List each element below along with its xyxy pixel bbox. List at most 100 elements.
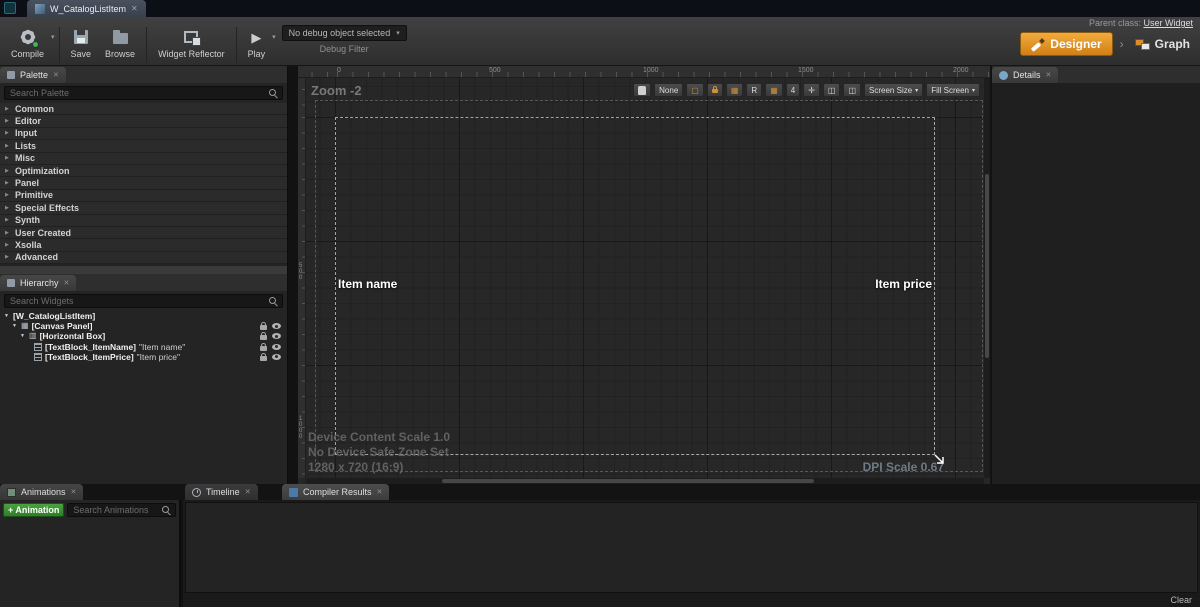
outline-toggle-button[interactable]: ▦ bbox=[726, 83, 744, 97]
visibility-icon[interactable] bbox=[272, 333, 281, 339]
expander-icon[interactable]: ▶ bbox=[5, 130, 11, 136]
save-button[interactable]: Save bbox=[64, 25, 99, 61]
palette-category-advanced[interactable]: ▶Advanced bbox=[0, 252, 287, 264]
designer-canvas[interactable]: 0 500 1000 1500 2000 500 1000 Zoom -2 No… bbox=[298, 66, 990, 484]
debug-object-dropdown[interactable]: No debug object selected ▾ bbox=[282, 25, 407, 41]
expander-icon[interactable]: ▶ bbox=[5, 143, 11, 149]
anchor-button[interactable]: ▢ bbox=[686, 83, 704, 97]
tree-row-canvas-panel[interactable]: ▼ ▦ [Canvas Panel] bbox=[0, 321, 287, 331]
grid-snap-button[interactable]: ▦ bbox=[765, 83, 783, 97]
grid-size-button[interactable]: 4 bbox=[786, 83, 800, 97]
expander-icon[interactable]: ▶ bbox=[5, 217, 11, 223]
canvas-vertical-scrollbar[interactable] bbox=[984, 78, 990, 478]
compile-dropdown-icon[interactable]: ▾ bbox=[51, 33, 55, 41]
hierarchy-search bbox=[4, 294, 283, 308]
translate-mode-button[interactable]: ✛ bbox=[803, 83, 820, 97]
browse-button[interactable]: Browse bbox=[98, 25, 142, 61]
close-icon[interactable]: ✕ bbox=[131, 4, 138, 13]
visibility-icon[interactable] bbox=[272, 344, 281, 350]
compile-button[interactable]: Compile bbox=[4, 25, 51, 61]
document-tab-strip: W_CatalogListItem ✕ bbox=[0, 0, 1200, 17]
widget-preview-bounds[interactable] bbox=[335, 117, 935, 455]
localization-preview-button[interactable]: None bbox=[654, 83, 683, 97]
close-icon[interactable]: ✕ bbox=[64, 279, 70, 287]
palette-scrollbar[interactable] bbox=[0, 265, 287, 274]
palette-category-misc[interactable]: ▶Misc bbox=[0, 153, 287, 165]
hierarchy-search-input[interactable] bbox=[4, 294, 283, 308]
expander-icon[interactable]: ▶ bbox=[5, 155, 11, 161]
expander-icon[interactable]: ▼ bbox=[19, 333, 26, 339]
horizontal-ruler: 0 500 1000 1500 2000 bbox=[298, 66, 990, 78]
parent-class-value[interactable]: User Widget bbox=[1143, 18, 1193, 28]
expander-icon[interactable]: ▼ bbox=[3, 313, 10, 319]
close-icon[interactable]: ✕ bbox=[71, 488, 77, 496]
designer-mode-button[interactable]: Designer bbox=[1020, 32, 1112, 56]
expander-icon[interactable]: ▼ bbox=[11, 323, 18, 329]
palette-category-panel[interactable]: ▶Panel bbox=[0, 177, 287, 189]
timeline-tab[interactable]: Timeline ✕ bbox=[185, 484, 258, 500]
cursor-mode-button[interactable] bbox=[633, 83, 651, 97]
lock-icon[interactable] bbox=[260, 325, 267, 330]
tree-row-horizontal-box[interactable]: ▼ ▥ [Horizontal Box] bbox=[0, 331, 287, 341]
tree-row-root[interactable]: ▼ [W_CatalogListItem] bbox=[0, 311, 287, 321]
parent-class-label: Parent class: bbox=[1089, 18, 1141, 28]
expander-icon[interactable]: ▶ bbox=[5, 254, 11, 260]
expander-icon[interactable]: ▶ bbox=[5, 242, 11, 248]
mirror-preview-button[interactable]: ◫ bbox=[843, 83, 861, 97]
expander-icon[interactable]: ▶ bbox=[5, 205, 11, 211]
app-icon bbox=[4, 2, 16, 14]
palette-header: Palette ✕ bbox=[0, 66, 287, 83]
close-icon[interactable]: ✕ bbox=[377, 488, 383, 496]
lock-icon[interactable] bbox=[260, 335, 267, 340]
play-button[interactable]: ▶ Play bbox=[241, 25, 273, 61]
palette-category-optimization[interactable]: ▶Optimization bbox=[0, 165, 287, 177]
flip-preview-button[interactable]: ◫ bbox=[823, 83, 841, 97]
resize-handle-icon[interactable] bbox=[932, 452, 946, 466]
clear-button[interactable]: Clear bbox=[1170, 595, 1192, 605]
tree-row-textblock-itemname[interactable]: [TextBlock_ItemName] "Item name" bbox=[0, 342, 287, 352]
palette-search-input[interactable] bbox=[4, 86, 283, 100]
item-name-widget[interactable]: Item name bbox=[338, 277, 397, 291]
document-tab[interactable]: W_CatalogListItem ✕ bbox=[27, 0, 146, 17]
expander-icon[interactable]: ▶ bbox=[5, 168, 11, 174]
lock-widget-button[interactable] bbox=[707, 83, 723, 97]
animations-tab[interactable]: Animations ✕ bbox=[0, 484, 83, 500]
widget-reflector-button[interactable]: Widget Reflector bbox=[151, 25, 232, 61]
palette-category-input[interactable]: ▶Input bbox=[0, 128, 287, 140]
close-icon[interactable]: ✕ bbox=[53, 71, 59, 79]
palette-tab[interactable]: Palette ✕ bbox=[0, 67, 66, 83]
expander-icon[interactable]: ▶ bbox=[5, 192, 11, 198]
expander-icon[interactable]: ▶ bbox=[5, 230, 11, 236]
close-icon[interactable]: ✕ bbox=[245, 488, 251, 496]
expander-icon[interactable]: ▶ bbox=[5, 180, 11, 186]
item-price-widget[interactable]: Item price bbox=[875, 277, 932, 291]
palette-category-lists[interactable]: ▶Lists bbox=[0, 140, 287, 152]
ruler-mark: 1000 bbox=[299, 416, 305, 440]
graph-mode-button[interactable]: Graph bbox=[1131, 33, 1194, 55]
respect-locks-button[interactable]: R bbox=[746, 83, 762, 97]
expander-icon[interactable]: ▶ bbox=[5, 106, 11, 112]
screen-size-dropdown[interactable]: Screen Size ▾ bbox=[864, 83, 923, 97]
animations-search-input[interactable] bbox=[67, 503, 176, 517]
details-tab[interactable]: Details ✕ bbox=[992, 67, 1058, 83]
fill-screen-dropdown[interactable]: Fill Screen ▾ bbox=[926, 83, 980, 97]
add-animation-button[interactable]: + Animation bbox=[3, 503, 64, 517]
visibility-icon[interactable] bbox=[272, 354, 281, 360]
play-dropdown-icon[interactable]: ▾ bbox=[272, 33, 276, 41]
lock-icon[interactable] bbox=[260, 346, 267, 351]
hierarchy-tab[interactable]: Hierarchy ✕ bbox=[0, 275, 76, 291]
compiler-results-tab[interactable]: Compiler Results ✕ bbox=[282, 484, 389, 500]
close-icon[interactable]: ✕ bbox=[1046, 71, 1052, 79]
expander-icon[interactable]: ▶ bbox=[5, 118, 11, 124]
palette-category-xsolla[interactable]: ▶Xsolla bbox=[0, 239, 287, 251]
palette-category-user-created[interactable]: ▶User Created bbox=[0, 227, 287, 239]
palette-category-common[interactable]: ▶Common bbox=[0, 103, 287, 115]
tree-row-textblock-itemprice[interactable]: [TextBlock_ItemPrice] "Item price" bbox=[0, 352, 287, 362]
palette-category-primitive[interactable]: ▶Primitive bbox=[0, 190, 287, 202]
palette-category-editor[interactable]: ▶Editor bbox=[0, 115, 287, 127]
compile-gear-icon bbox=[19, 28, 37, 46]
lock-icon[interactable] bbox=[260, 356, 267, 361]
visibility-icon[interactable] bbox=[272, 323, 281, 329]
palette-category-special-effects[interactable]: ▶Special Effects bbox=[0, 202, 287, 214]
palette-category-synth[interactable]: ▶Synth bbox=[0, 215, 287, 227]
